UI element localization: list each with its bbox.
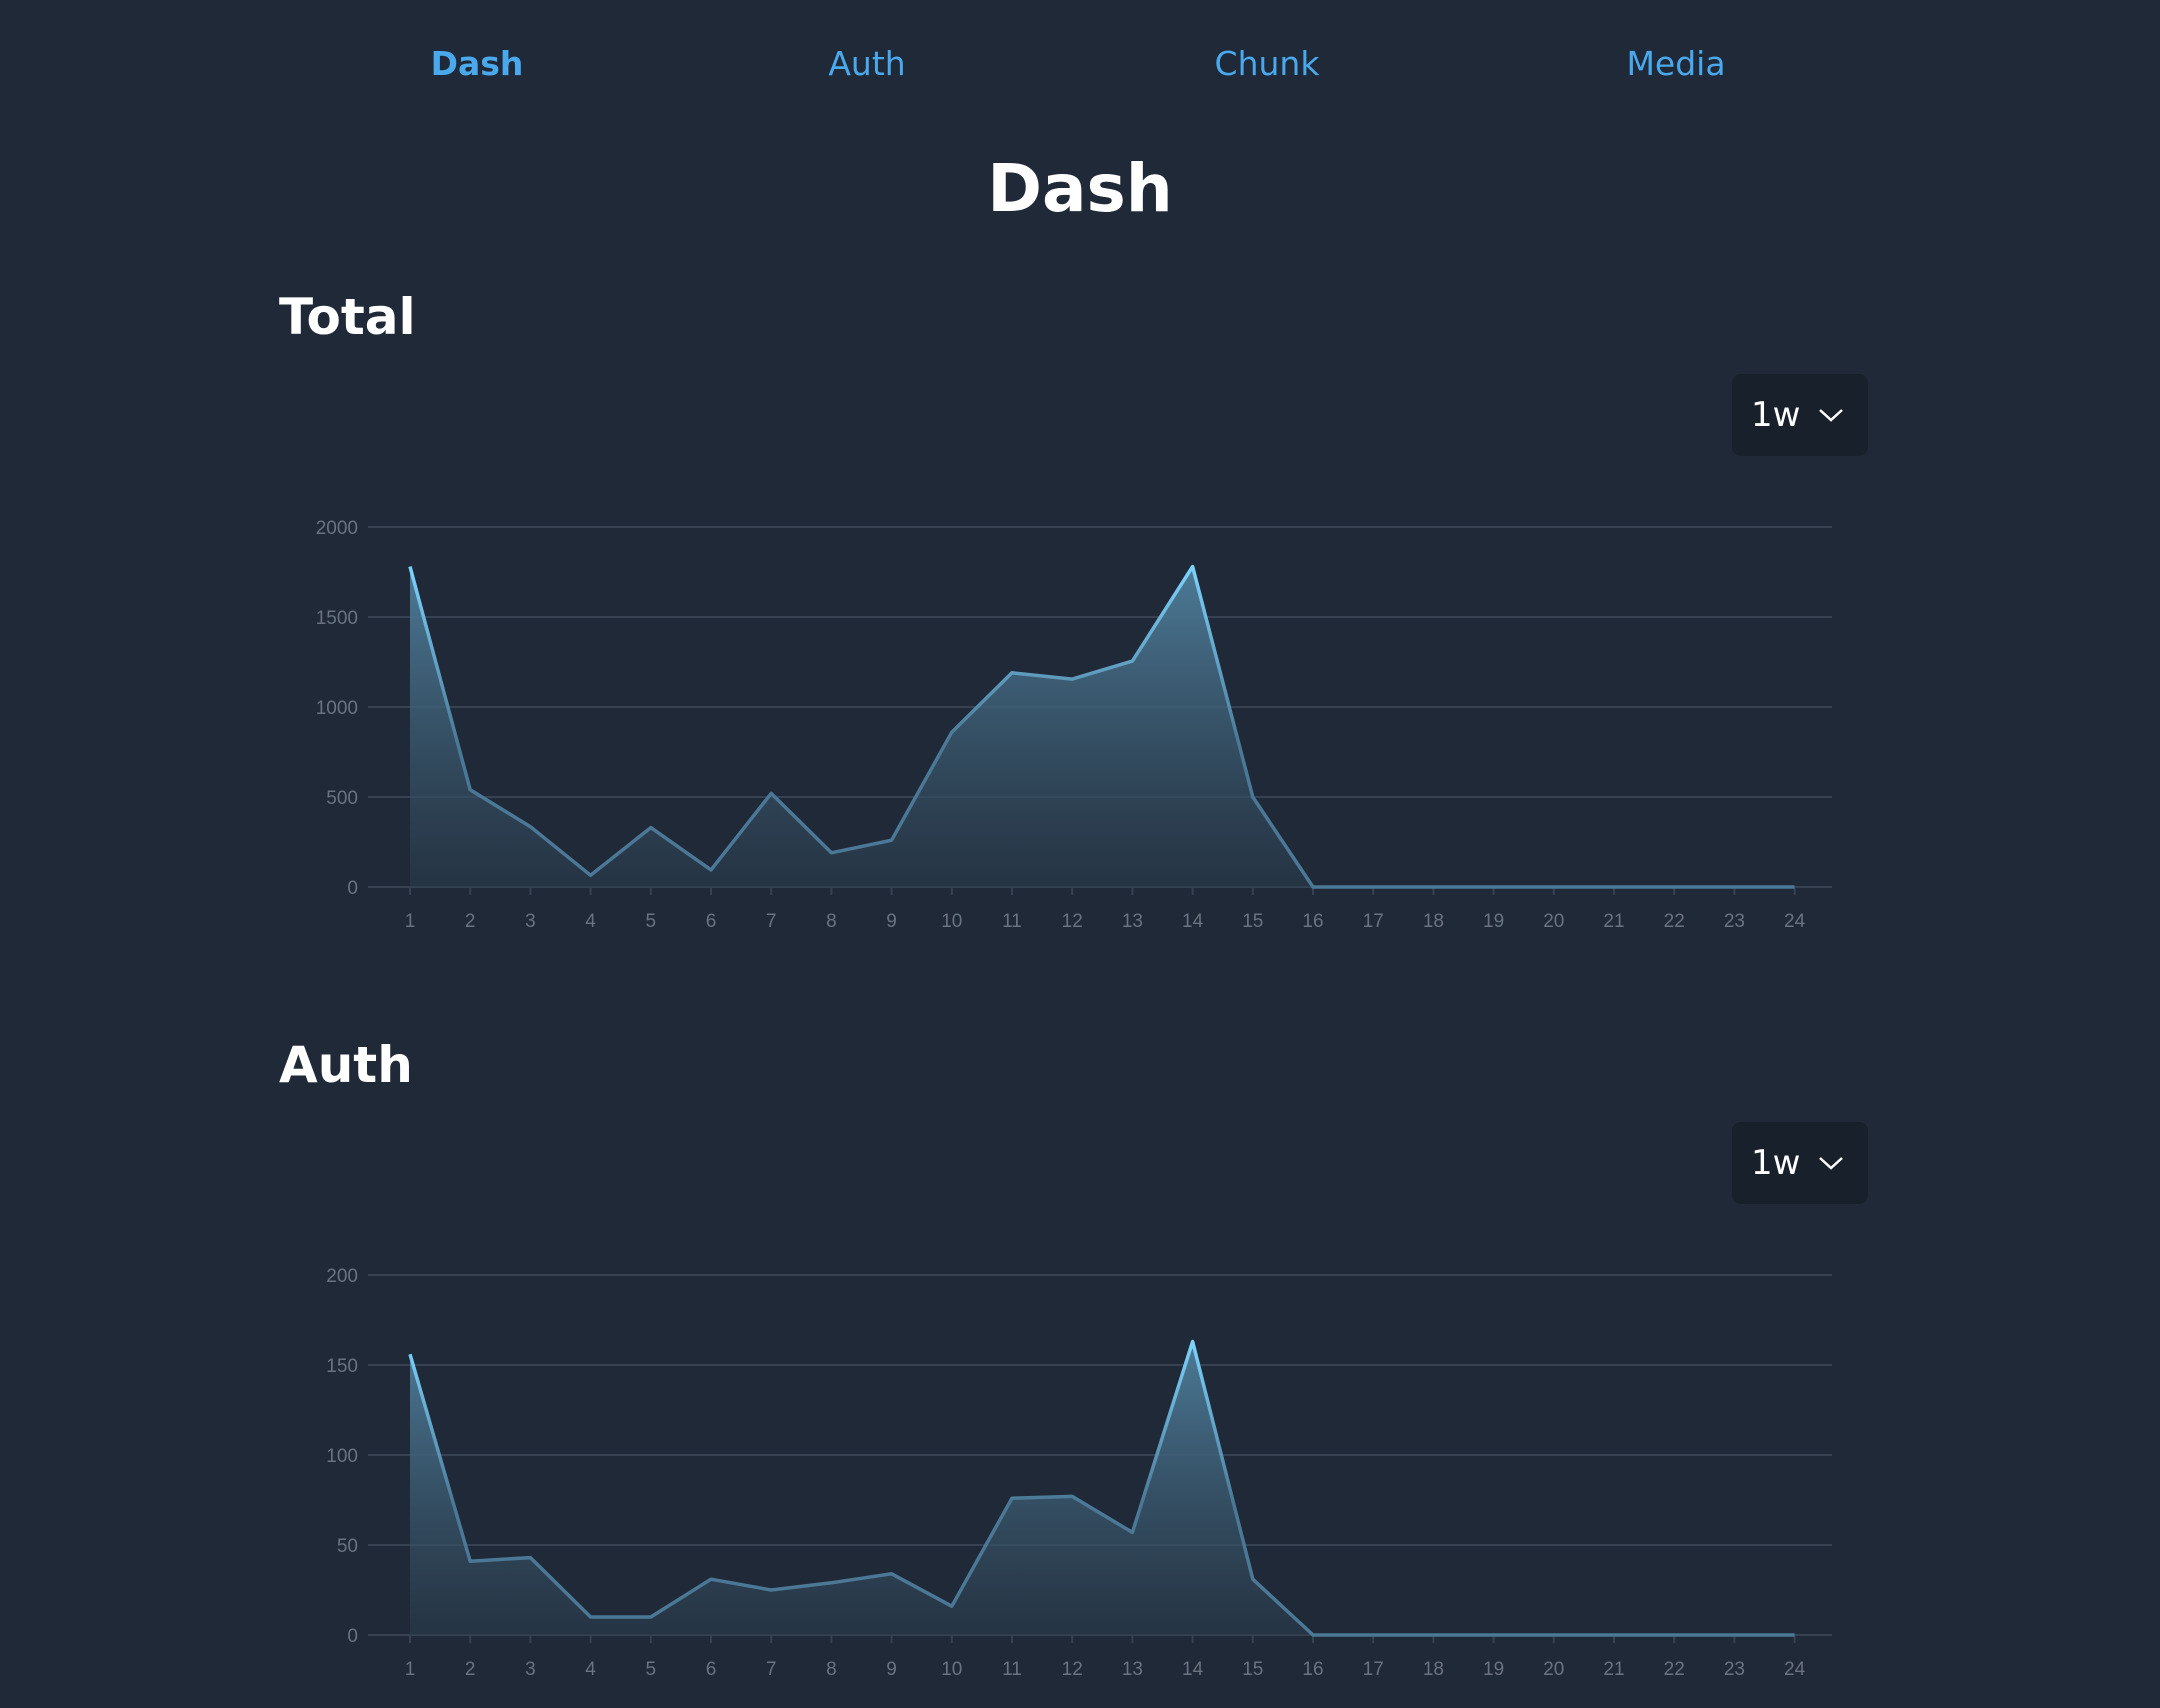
top-nav: Dash Auth Chunk Media [0, 0, 2160, 130]
x-tick-label: 23 [1724, 1659, 1745, 1680]
y-tick-label: 100 [326, 1446, 358, 1467]
chevron-down-icon [1819, 1157, 1843, 1170]
x-tick-label: 12 [1062, 1659, 1083, 1680]
x-tick-label: 8 [826, 1659, 837, 1680]
y-tick-label: 2000 [316, 518, 358, 539]
x-tick-label: 16 [1302, 911, 1323, 932]
x-tick-label: 20 [1543, 1659, 1564, 1680]
x-tick-label: 9 [886, 911, 897, 932]
x-tick-label: 11 [1002, 911, 1022, 932]
range-select-auth[interactable]: 1w [1732, 1122, 1868, 1204]
x-tick-label: 16 [1302, 1659, 1323, 1680]
x-tick-label: 14 [1182, 911, 1204, 932]
x-tick-label: 24 [1784, 911, 1806, 932]
x-tick-label: 10 [941, 1659, 962, 1680]
y-tick-label: 150 [326, 1356, 358, 1377]
x-tick-label: 7 [766, 911, 777, 932]
chevron-down-icon [1819, 409, 1843, 422]
x-tick-label: 14 [1182, 1659, 1204, 1680]
x-tick-label: 17 [1363, 911, 1384, 932]
x-tick-label: 1 [405, 1659, 416, 1680]
x-tick-label: 12 [1062, 911, 1083, 932]
x-tick-label: 1 [405, 911, 416, 932]
x-tick-label: 24 [1784, 1659, 1806, 1680]
x-tick-label: 6 [706, 911, 717, 932]
x-tick-label: 6 [706, 1659, 717, 1680]
x-tick-label: 9 [886, 1659, 897, 1680]
x-tick-label: 18 [1423, 1659, 1444, 1680]
y-tick-label: 500 [326, 788, 358, 809]
range-select-total[interactable]: 1w [1732, 374, 1868, 456]
y-tick-label: 50 [337, 1536, 358, 1557]
nav-link-auth[interactable]: Auth [828, 44, 905, 83]
range-select-value: 1w [1751, 395, 1801, 435]
x-tick-label: 2 [465, 1659, 476, 1680]
x-tick-label: 15 [1242, 911, 1263, 932]
x-tick-label: 18 [1423, 911, 1444, 932]
range-select-value: 1w [1751, 1143, 1801, 1183]
x-tick-label: 7 [766, 1659, 777, 1680]
x-tick-label: 3 [525, 911, 536, 932]
x-tick-label: 23 [1724, 911, 1745, 932]
x-tick-label: 21 [1603, 1659, 1624, 1680]
x-tick-label: 4 [585, 1659, 596, 1680]
y-tick-label: 1500 [316, 608, 358, 629]
x-tick-label: 5 [646, 1659, 657, 1680]
x-tick-label: 4 [585, 911, 596, 932]
page-title: Dash [987, 150, 1173, 227]
nav-link-dash[interactable]: Dash [431, 44, 524, 83]
x-tick-label: 10 [941, 911, 962, 932]
x-tick-label: 11 [1002, 1659, 1022, 1680]
total-chart: 05001000150020001 2 3 4 5 6 7 8 9 10 11 12 13 14 15 16 1… [316, 518, 1832, 932]
auth-chart: 0501001502001 2 3 4 5 6 7 8 9 10 11 12 13 14 15 16 17 18 1… [326, 1266, 1832, 1680]
x-tick-label: 20 [1543, 911, 1564, 932]
x-tick-label: 15 [1242, 1659, 1263, 1680]
x-tick-label: 17 [1363, 1659, 1384, 1680]
x-tick-label: 3 [525, 1659, 536, 1680]
y-tick-label: 0 [347, 878, 358, 899]
section-title-auth: Auth [279, 1036, 413, 1094]
series-area [410, 1341, 1795, 1635]
y-tick-label: 0 [347, 1626, 358, 1647]
series-area [410, 566, 1795, 887]
y-tick-label: 1000 [316, 698, 358, 719]
x-tick-label: 5 [646, 911, 657, 932]
x-tick-label: 8 [826, 911, 837, 932]
x-tick-label: 19 [1483, 1659, 1504, 1680]
x-tick-label: 2 [465, 911, 476, 932]
nav-link-chunk[interactable]: Chunk [1215, 44, 1320, 83]
x-tick-label: 22 [1664, 911, 1685, 932]
section-title-total: Total [279, 288, 416, 346]
y-tick-label: 200 [326, 1266, 358, 1287]
x-tick-label: 19 [1483, 911, 1504, 932]
x-tick-label: 13 [1122, 1659, 1143, 1680]
x-tick-label: 22 [1664, 1659, 1685, 1680]
x-tick-label: 13 [1122, 911, 1143, 932]
x-tick-label: 21 [1603, 911, 1624, 932]
nav-link-media[interactable]: Media [1626, 44, 1725, 83]
